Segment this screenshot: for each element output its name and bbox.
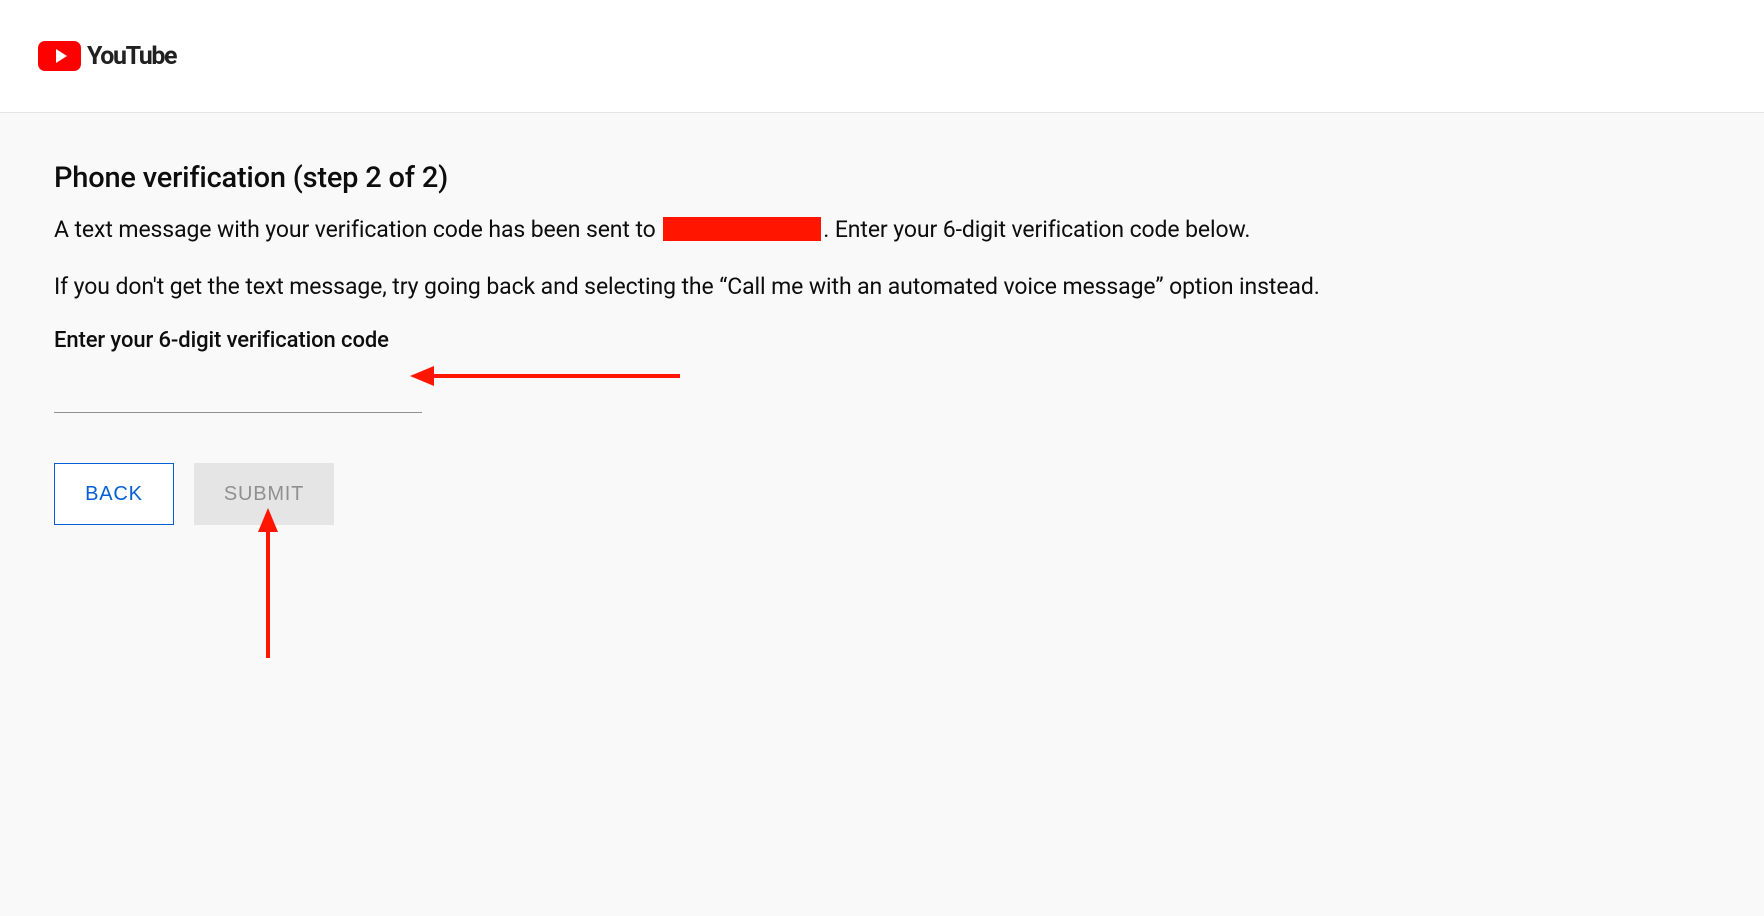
description-text: A text message with your verification co… [54, 213, 1764, 248]
youtube-icon [38, 41, 81, 71]
header-bar: YouTube [0, 0, 1764, 113]
code-input-label: Enter your 6-digit verification code [54, 328, 1764, 353]
main-content: Phone verification (step 2 of 2) A text … [0, 113, 1764, 916]
back-button[interactable]: BACK [54, 463, 174, 525]
redacted-phone-number [663, 217, 821, 241]
youtube-logo[interactable]: YouTube [38, 41, 176, 71]
submit-button[interactable]: SUBMIT [194, 463, 334, 525]
description-prefix: A text message with your verification co… [54, 216, 661, 243]
play-triangle-icon [56, 49, 67, 63]
description-suffix: . Enter your 6-digit verification code b… [823, 216, 1250, 243]
logo-text: YouTube [87, 42, 176, 71]
page-title: Phone verification (step 2 of 2) [54, 161, 1764, 195]
button-row: BACK SUBMIT [54, 463, 1764, 525]
verification-code-input[interactable] [54, 371, 422, 413]
help-text: If you don't get the text message, try g… [54, 270, 1764, 305]
